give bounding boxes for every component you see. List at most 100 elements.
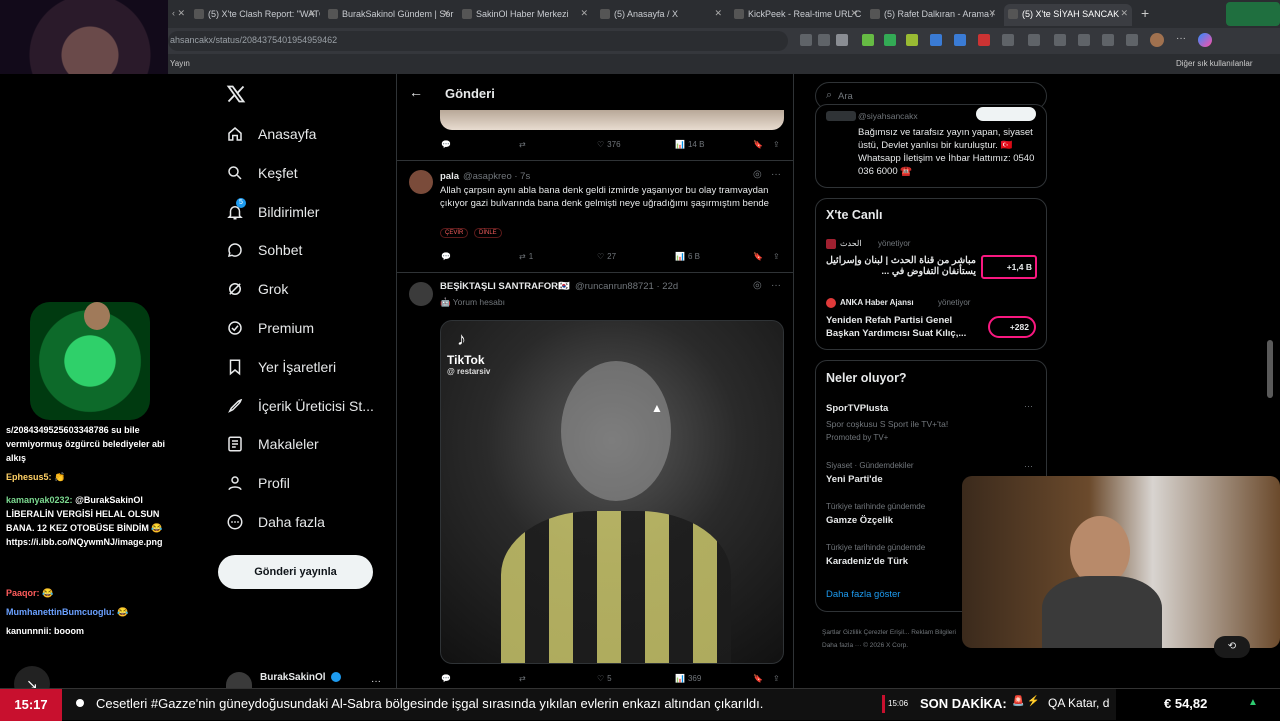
close-icon[interactable]: ✕ — [580, 8, 588, 19]
reply-icon[interactable]: 💬 — [441, 140, 451, 149]
reply-icon[interactable]: 💬 — [441, 674, 451, 683]
repost-icon[interactable]: ⇄ — [519, 674, 526, 683]
live-count-2[interactable]: +282 — [988, 316, 1036, 338]
heart-icon[interactable] — [1102, 34, 1114, 46]
collections-icon[interactable] — [1078, 34, 1090, 46]
views-button[interactable]: 📊 369 — [675, 674, 701, 683]
favorites-icon[interactable] — [1054, 34, 1066, 46]
live-title-1[interactable]: مباشر من قناة الحدث | لبنان وإسرائيل يست… — [826, 255, 976, 277]
close-icon[interactable]: ✕ — [988, 8, 996, 19]
nav-item-2[interactable]: Keşfet — [226, 159, 298, 187]
live-count-1[interactable]: +1,4 B — [981, 255, 1037, 279]
star-icon[interactable] — [836, 34, 848, 46]
browser-tab[interactable]: (5) Rafet Dalkıran - Arama / ✕ — [866, 4, 1000, 26]
avatar[interactable] — [409, 170, 433, 194]
other-bookmarks[interactable]: Diğer sık kullanılanlar — [1176, 59, 1252, 68]
extension-icon[interactable] — [954, 34, 966, 46]
copilot-icon[interactable] — [1198, 33, 1212, 47]
trend-title[interactable]: SporTVPlusta — [826, 403, 888, 414]
host-name[interactable]: الحدث — [840, 239, 862, 248]
extension-icon[interactable] — [862, 34, 874, 46]
post-button[interactable]: Gönderi yayınla — [218, 555, 373, 589]
avatar[interactable] — [826, 239, 836, 249]
author-name[interactable]: BEŞİKTAŞLI SANTRAFOR🇰🇷 — [440, 281, 570, 292]
nav-item-9[interactable]: Makaleler — [226, 430, 319, 458]
share-icon[interactable]: ⇪ — [773, 252, 780, 261]
bookmark-icon[interactable]: 🔖 — [753, 140, 763, 149]
video-player[interactable]: ♪ TikTok @ restarsiv ▲ — [440, 320, 784, 664]
browser-tab[interactable]: SakinOl Haber Merkezi ✕ — [458, 4, 592, 26]
host-name[interactable]: ANKA Haber Ajansı — [840, 298, 914, 307]
views-button[interactable]: 📊 14 B — [675, 140, 704, 149]
grok-icon[interactable]: ◎ — [753, 169, 762, 180]
reply-icon[interactable]: 💬 — [441, 252, 451, 261]
more-icon[interactable]: ··· — [1024, 401, 1033, 411]
back-arrow-icon[interactable]: ← — [409, 84, 423, 100]
extension-icon[interactable] — [818, 34, 830, 46]
show-more-link[interactable]: Daha fazla göster — [826, 589, 900, 600]
like-button[interactable]: ♡ 376 — [597, 140, 621, 149]
browser-tab[interactable]: KickPeek - Real-time URL C ✕ — [730, 4, 862, 26]
grok-icon[interactable]: ◎ — [753, 280, 762, 291]
browser-tab[interactable]: (5) Anasayfa / X ✕ — [596, 4, 726, 26]
footer-links[interactable]: Şartlar Gizlilik Çerezler Erişil... Rekl… — [822, 626, 962, 652]
nav-item-5[interactable]: Grok — [226, 275, 288, 303]
nav-item-1[interactable]: Anasayfa — [226, 120, 316, 148]
listen-tag[interactable]: DİNLE — [474, 228, 502, 238]
split-screen-icon[interactable] — [1028, 34, 1040, 46]
puzzle-icon[interactable] — [1002, 34, 1014, 46]
account-name[interactable]: BurakSakinOl — [260, 672, 326, 683]
repost-icon[interactable]: ⇄ — [519, 140, 526, 149]
repost-button[interactable]: ⇄ 1 — [519, 252, 533, 261]
previous-media[interactable] — [440, 110, 784, 130]
live-title-2[interactable]: Yeniden Refah Partisi Genel Başkan Yardı… — [826, 314, 976, 340]
close-icon[interactable]: ✕ — [308, 8, 316, 19]
new-tab-button[interactable]: + — [1141, 5, 1149, 21]
nav-item-6[interactable]: Premium — [226, 314, 314, 342]
views-button[interactable]: 📊 6 B — [675, 252, 700, 261]
close-icon[interactable]: ✕ — [850, 8, 858, 19]
profile-handle[interactable]: @siyahsancakx — [858, 111, 918, 121]
extension-icon[interactable] — [906, 34, 918, 46]
chat-username[interactable]: MumhanettinBumcuoglu: — [6, 607, 115, 617]
nav-item-10[interactable]: Profil — [226, 469, 290, 497]
extension-icon[interactable] — [884, 34, 896, 46]
download-icon[interactable] — [1126, 34, 1138, 46]
avatar[interactable] — [1150, 33, 1164, 47]
avatar[interactable] — [409, 282, 433, 306]
tab-scroll-left[interactable]: ‹ ✕ — [172, 8, 185, 19]
browser-tab[interactable]: (5) X'te Clash Report: "WATC ✕ — [190, 4, 320, 26]
chat-username[interactable]: kamanyak0232: — [6, 495, 73, 505]
author-name[interactable]: pala — [440, 171, 459, 182]
like-button[interactable]: ♡ 5 — [597, 674, 612, 683]
x-logo-icon[interactable] — [226, 84, 246, 104]
translate-tag[interactable]: ÇEVİR — [440, 228, 469, 238]
extension-icon[interactable] — [930, 34, 942, 46]
extension-icon[interactable] — [978, 34, 990, 46]
post-detail-feed[interactable]: ← Gönderi 💬 ⇄ ♡ 376 📊 14 B 🔖 ⇪ pala @asa… — [396, 74, 794, 720]
author-handle[interactable]: @runcanrun88721 · 22d — [575, 281, 678, 292]
account-avatar[interactable] — [226, 672, 252, 688]
chat-username[interactable]: Ephesus5: — [6, 472, 52, 482]
grok-float-icon[interactable]: ⟲ — [1214, 636, 1250, 658]
browser-tab[interactable]: BurakSakinol Gündem | Sor ✕ — [324, 4, 454, 26]
window-controls[interactable] — [1226, 2, 1280, 26]
nav-item-11[interactable]: Daha fazla — [226, 508, 325, 536]
more-icon[interactable]: ··· — [371, 676, 381, 687]
trend-title[interactable]: Yeni Parti'de — [826, 474, 883, 485]
author-handle[interactable]: @asapkreo · 7s — [463, 171, 530, 182]
scrollbar[interactable] — [1267, 340, 1273, 398]
share-icon[interactable]: ⇪ — [773, 674, 780, 683]
nav-item-8[interactable]: İçerik Üreticisi St... — [226, 392, 374, 420]
like-button[interactable]: ♡ 27 — [597, 252, 616, 261]
extension-icon[interactable] — [800, 34, 812, 46]
trend-title[interactable]: Karadeniz'de Türk — [826, 556, 908, 567]
more-icon[interactable]: ··· — [1024, 461, 1033, 471]
trend-title[interactable]: Gamze Özçelik — [826, 515, 893, 526]
chat-username[interactable]: kanunnnii: — [6, 626, 52, 636]
nav-item-7[interactable]: Yer İşaretleri — [226, 353, 336, 381]
browser-tab[interactable]: (5) X'te SİYAH SANCAK ✕ — [1004, 4, 1132, 26]
bookmark-icon[interactable]: 🔖 — [753, 252, 763, 261]
close-icon[interactable]: ✕ — [1120, 8, 1128, 19]
bookmark-icon[interactable]: 🔖 — [753, 674, 763, 683]
